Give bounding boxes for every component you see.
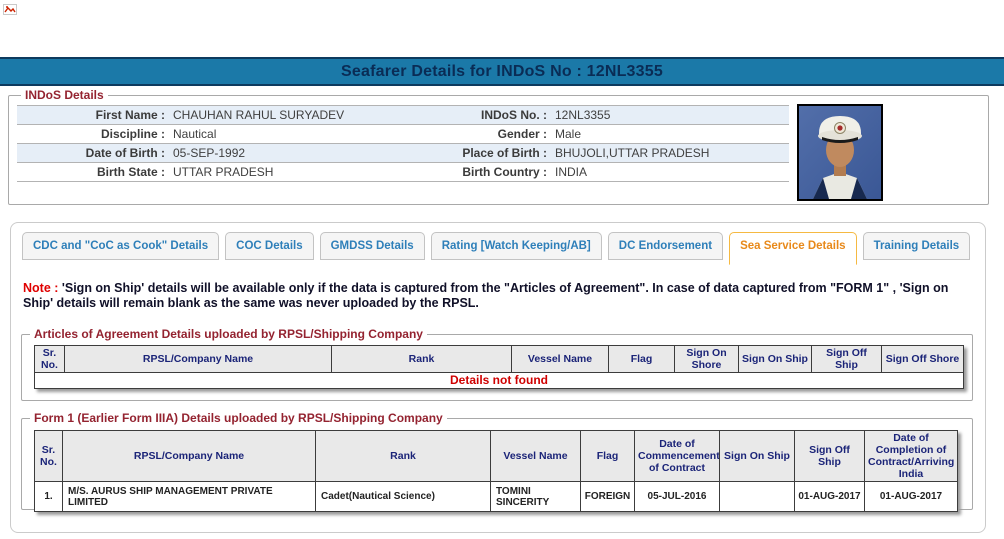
indos-no-label: INDoS No. : [407, 108, 547, 122]
form1-cell-flag: FOREIGN [581, 482, 635, 512]
birth-state-label: Birth State : [17, 165, 165, 179]
form1-col-vessel-name: Vessel Name [491, 431, 581, 482]
place-of-birth-label: Place of Birth : [407, 146, 547, 160]
gender-value: Male [547, 127, 789, 141]
first-name-value: CHAUHAN RAHUL SURYADEV [165, 108, 407, 122]
articles-header-row: Sr. No. RPSL/Company Name Rank Vessel Na… [35, 346, 964, 373]
form1-header-row: Sr. No. RPSL/Company Name Rank Vessel Na… [35, 431, 958, 482]
articles-col-rank: Rank [332, 346, 512, 373]
articles-table: Sr. No. RPSL/Company Name Rank Vessel Na… [34, 345, 964, 389]
detail-row-first-name: First Name : CHAUHAN RAHUL SURYADEV INDo… [17, 106, 789, 125]
form1-cell-rpsl-company: M/S. AURUS SHIP MANAGEMENT PRIVATE LIMIT… [63, 482, 316, 512]
tab-rating-watch-keeping-ab[interactable]: Rating [Watch Keeping/AB] [431, 232, 602, 260]
note-body: 'Sign on Ship' details will be available… [23, 281, 948, 310]
form1-col-date-commencement: Date of Commencement of Contract [635, 431, 720, 482]
articles-col-sr-no: Sr. No. [35, 346, 65, 373]
date-of-birth-value: 05-SEP-1992 [165, 146, 407, 160]
tab-bar: CDC and "CoC as Cook" Details COC Detail… [22, 232, 970, 265]
tab-coc-details[interactable]: COC Details [225, 232, 313, 260]
form1-table: Sr. No. RPSL/Company Name Rank Vessel Na… [34, 430, 958, 512]
seafarer-details-page: { "page": { "title": "Seafarer Details f… [0, 0, 1004, 539]
form1-cell-sign-off-ship: 01-AUG-2017 [795, 482, 865, 512]
form1-data-row: 1. M/S. AURUS SHIP MANAGEMENT PRIVATE LI… [35, 482, 958, 512]
form1-cell-date-commencement: 05-JUL-2016 [635, 482, 720, 512]
articles-col-flag: Flag [609, 346, 675, 373]
form1-col-sign-on-ship: Sign On Ship [720, 431, 795, 482]
detail-row-date-of-birth: Date of Birth : 05-SEP-1992 Place of Bir… [17, 144, 789, 163]
discipline-value: Nautical [165, 127, 407, 141]
form1-col-rpsl-company: RPSL/Company Name [63, 431, 316, 482]
page-title: Seafarer Details for INDoS No : 12NL3355 [341, 63, 663, 81]
detail-row-birth-state: Birth State : UTTAR PRADESH Birth Countr… [17, 163, 789, 182]
tab-content-panel: CDC and "CoC as Cook" Details COC Detail… [10, 222, 986, 533]
articles-col-sign-on-shore: Sign On Shore [675, 346, 739, 373]
articles-empty-row: Details not found [35, 373, 964, 389]
form1-col-date-completion: Date of Completion of Contract/Arriving … [865, 431, 958, 482]
tab-dc-endorsement[interactable]: DC Endorsement [608, 232, 723, 260]
form1-cell-vessel-name: TOMINI SINCERITY [491, 482, 581, 512]
broken-image-icon [3, 2, 17, 13]
tab-training-details[interactable]: Training Details [863, 232, 971, 260]
articles-of-agreement-section: Articles of Agreement Details uploaded b… [21, 327, 973, 401]
form1-col-sr-no: Sr. No. [35, 431, 63, 482]
articles-legend: Articles of Agreement Details uploaded b… [30, 327, 427, 341]
articles-col-sign-off-ship: Sign Off Ship [812, 346, 882, 373]
birth-country-label: Birth Country : [407, 165, 547, 179]
form1-col-sign-off-ship: Sign Off Ship [795, 431, 865, 482]
seafarer-photo [797, 104, 883, 201]
birth-country-value: INDIA [547, 165, 789, 179]
articles-col-sign-on-ship: Sign On Ship [739, 346, 812, 373]
articles-col-rpsl-company: RPSL/Company Name [65, 346, 332, 373]
indos-no-value: 12NL3355 [547, 108, 789, 122]
sign-on-ship-note: Note : 'Sign on Ship' details will be av… [23, 281, 975, 311]
birth-state-value: UTTAR PRADESH [165, 165, 407, 179]
discipline-label: Discipline : [17, 127, 165, 141]
tab-gmdss-details[interactable]: GMDSS Details [320, 232, 425, 260]
place-of-birth-value: BHUJOLI,UTTAR PRADESH [547, 146, 789, 160]
details-not-found-message: Details not found [35, 373, 964, 389]
indos-details-legend: INDoS Details [21, 88, 108, 102]
form1-cell-date-completion: 01-AUG-2017 [865, 482, 958, 512]
indos-details-grid: First Name : CHAUHAN RAHUL SURYADEV INDo… [17, 105, 789, 182]
form1-col-flag: Flag [581, 431, 635, 482]
form1-legend: Form 1 (Earlier Form IIIA) Details uploa… [30, 411, 447, 425]
articles-col-vessel-name: Vessel Name [512, 346, 609, 373]
page-header: Seafarer Details for INDoS No : 12NL3355 [0, 57, 1004, 86]
gender-label: Gender : [407, 127, 547, 141]
first-name-label: First Name : [17, 108, 165, 122]
tab-sea-service-details[interactable]: Sea Service Details [729, 232, 857, 265]
date-of-birth-label: Date of Birth : [17, 146, 165, 160]
form1-col-rank: Rank [316, 431, 491, 482]
form1-cell-rank: Cadet(Nautical Science) [316, 482, 491, 512]
note-prefix: Note : [23, 281, 58, 295]
form1-section: Form 1 (Earlier Form IIIA) Details uploa… [21, 411, 973, 510]
tab-cdc-coc-as-cook-details[interactable]: CDC and "CoC as Cook" Details [22, 232, 219, 260]
detail-row-discipline: Discipline : Nautical Gender : Male [17, 125, 789, 144]
form1-cell-sr-no: 1. [35, 482, 63, 512]
articles-col-sign-off-shore: Sign Off Shore [882, 346, 964, 373]
form1-cell-sign-on-ship [720, 482, 795, 512]
